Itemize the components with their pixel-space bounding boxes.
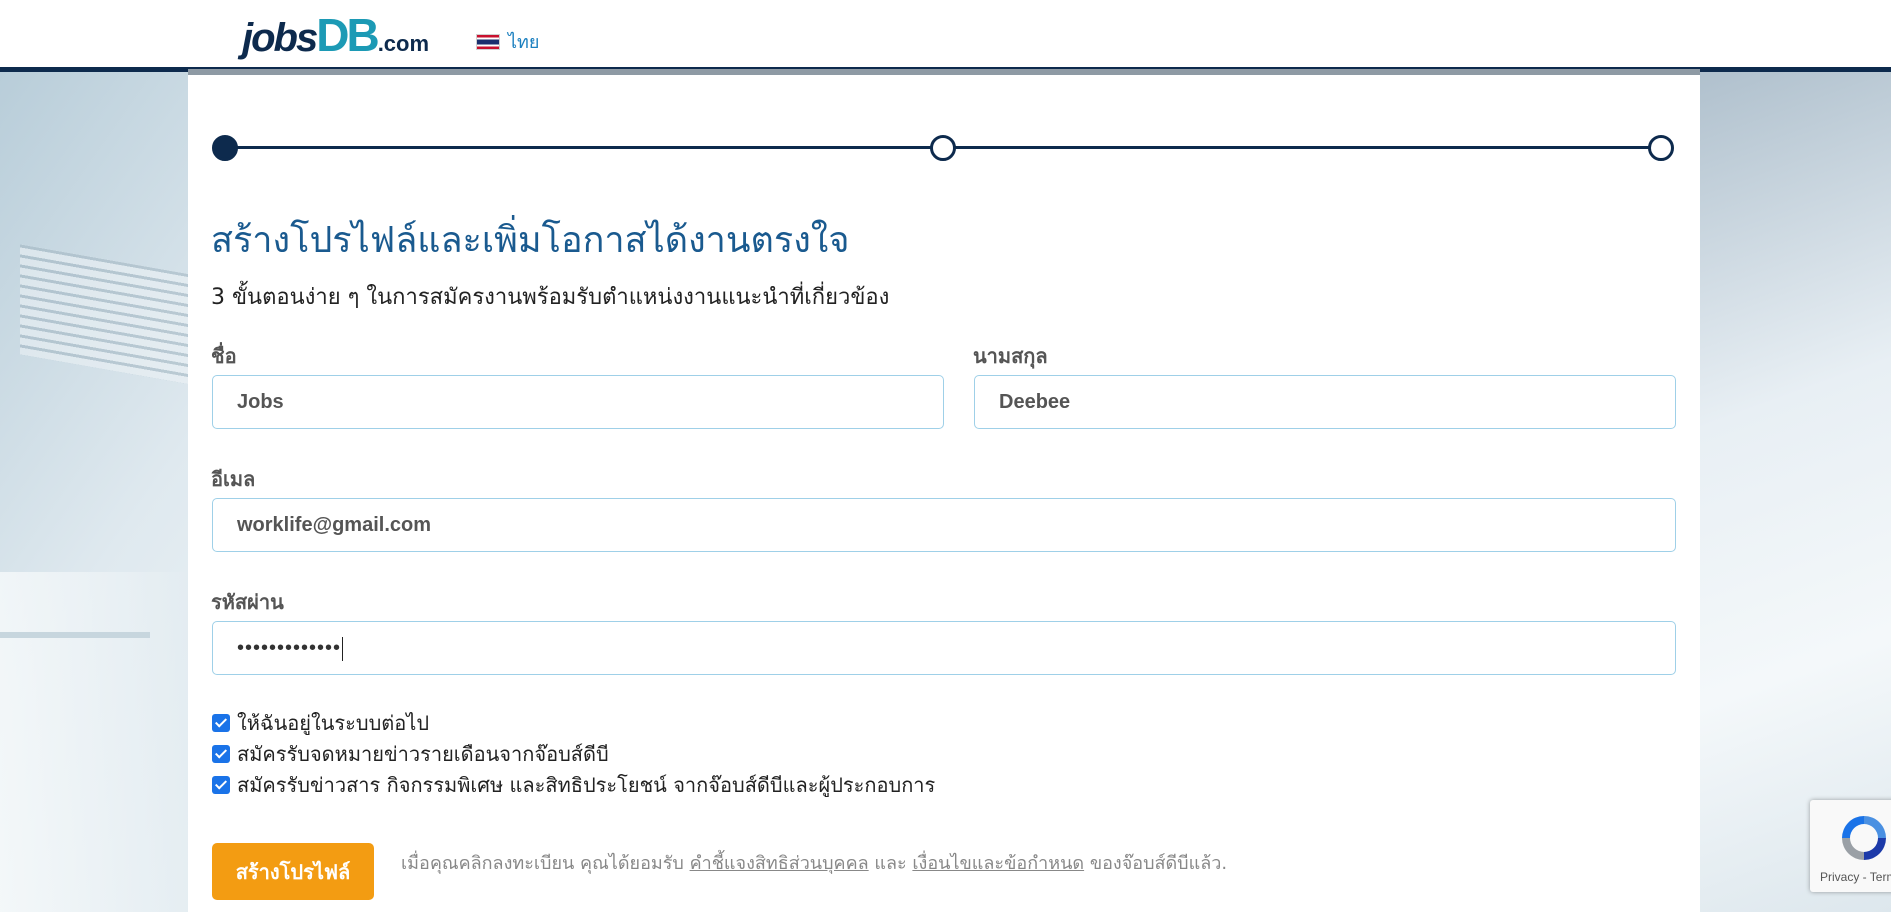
terms-suffix: ของจ๊อบส์ดีบีแล้ว. — [1084, 853, 1228, 874]
step-2-dot — [930, 135, 956, 161]
background-glare — [1671, 72, 1891, 912]
last-name-input[interactable]: Deebee — [974, 375, 1676, 429]
language-switcher[interactable]: ไทย — [476, 27, 539, 56]
checkbox-checked-icon[interactable] — [212, 744, 230, 763]
last-name-label: นามสกุล — [973, 344, 1048, 368]
terms-conditions-link[interactable]: เงื่อนไขและข้อกำหนด — [912, 853, 1084, 874]
recaptcha-links[interactable]: Privacy - Terms — [1820, 870, 1891, 884]
email-input[interactable]: worklife@gmail.com — [212, 498, 1676, 552]
checkbox-label[interactable]: สมัครรับจดหมายข่าวรายเดือนจากจ๊อบส์ดีบี — [237, 738, 609, 770]
terms-notice: เมื่อคุณคลิกลงทะเบียน คุณได้ยอมรับ คำชี้… — [401, 848, 1227, 877]
logo-jobs-text: jobs — [242, 16, 318, 60]
background-window-panel — [0, 572, 190, 912]
first-name-label: ชื่อ — [211, 344, 237, 368]
jobsdb-logo[interactable]: jobs DB .com — [242, 8, 430, 61]
email-label: อีเมล — [211, 467, 256, 491]
checkbox-row-monthly-newsletter[interactable]: สมัครรับจดหมายข่าวรายเดือนจากจ๊อบส์ดีบี — [212, 738, 935, 769]
language-label[interactable]: ไทย — [508, 27, 539, 56]
step-3-dot — [1648, 135, 1674, 161]
checkbox-checked-icon[interactable] — [212, 713, 230, 732]
create-profile-button[interactable]: สร้างโปรไฟล์ — [212, 843, 374, 900]
first-name-input[interactable]: Jobs — [212, 375, 944, 429]
password-masked-value: ••••••••••••• — [237, 637, 342, 659]
privacy-policy-link[interactable]: คำชี้แจงสิทธิส่วนบุคคล — [690, 853, 869, 874]
checkbox-row-stay-signed-in[interactable]: ให้ฉันอยู่ในระบบต่อไป — [212, 707, 935, 738]
checkbox-checked-icon[interactable] — [212, 775, 230, 794]
checkbox-label[interactable]: สมัครรับข่าวสาร กิจกรรมพิเศษ และสิทธิประ… — [237, 769, 935, 801]
logo-db-text: DB — [316, 9, 379, 61]
registration-card: สร้างโปรไฟล์และเพิ่มโอกาสได้งานตรงใจ 3 ข… — [188, 69, 1700, 912]
terms-middle: และ — [868, 853, 913, 874]
site-header: jobs DB .com ไทย — [0, 0, 1891, 72]
progress-stepper — [212, 135, 1674, 161]
text-caret — [342, 636, 344, 661]
recaptcha-icon — [1842, 816, 1886, 860]
thailand-flag-icon — [476, 33, 500, 50]
password-label: รหัสผ่าน — [211, 590, 284, 614]
page-title: สร้างโปรไฟล์และเพิ่มโอกาสได้งานตรงใจ — [211, 220, 850, 261]
terms-prefix: เมื่อคุณคลิกลงทะเบียน คุณได้ยอมรับ — [401, 853, 690, 874]
checkbox-label[interactable]: ให้ฉันอยู่ในระบบต่อไป — [237, 707, 429, 739]
page-subtitle: 3 ขั้นตอนง่าย ๆ ในการสมัครงานพร้อมรับตำแ… — [211, 285, 890, 310]
checkbox-row-news-and-offers[interactable]: สมัครรับข่าวสาร กิจกรรมพิเศษ และสิทธิประ… — [212, 769, 935, 800]
step-1-dot-active — [212, 135, 238, 161]
background-beam — [0, 632, 150, 638]
checkbox-group: ให้ฉันอยู่ในระบบต่อไป สมัครรับจดหมายข่าว… — [212, 707, 935, 800]
logo-com-text: .com — [377, 31, 430, 56]
password-input[interactable]: ••••••••••••• — [212, 621, 1676, 675]
recaptcha-badge[interactable]: Privacy - Terms — [1810, 800, 1891, 892]
